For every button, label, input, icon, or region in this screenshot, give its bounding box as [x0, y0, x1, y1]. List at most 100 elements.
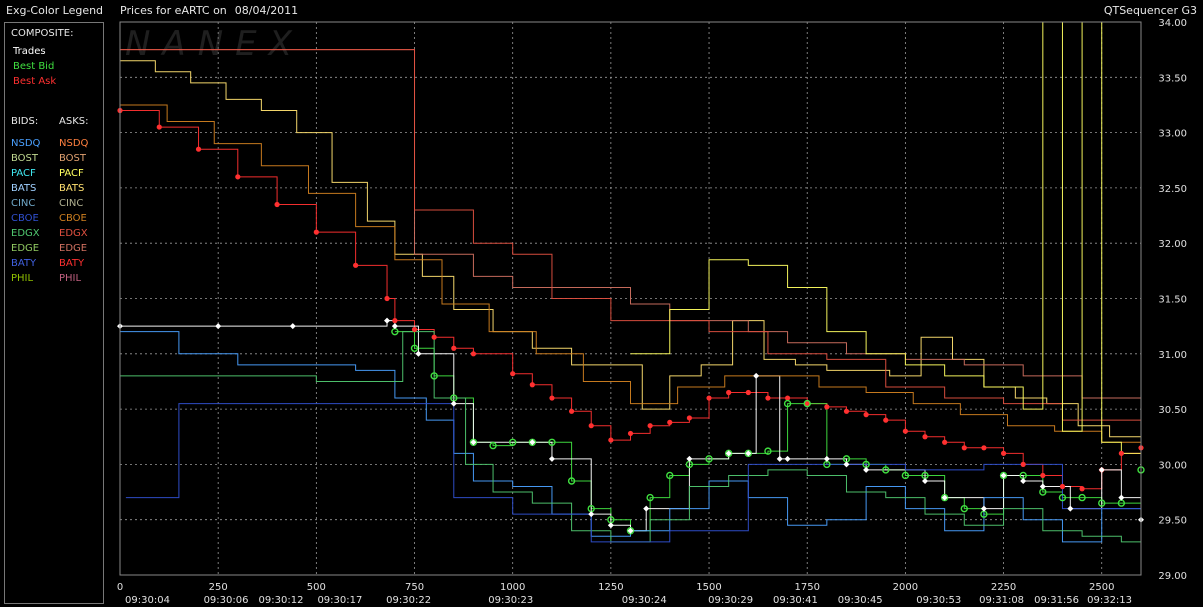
y-axis: 29.00 29.50 30.00 30.50 31.00 31.50 32.00 32.50…: [1158, 18, 1187, 582]
series-layer: [120, 21, 1142, 543]
marker-best-ask: [686, 415, 693, 421]
marker-best-ask: [384, 295, 390, 302]
series-edge-ask: [120, 49, 1142, 404]
marker-trades: [548, 455, 555, 462]
marker-trades: [1039, 483, 1046, 490]
price-chart: NANEX 29.00 29.50 30.00 30.50 31.00 31.50 32.0…: [117, 18, 1187, 606]
x-tick-label: 1250: [598, 582, 623, 593]
marker-best-ask: [1079, 486, 1085, 492]
time-label: 09:30:17: [317, 595, 362, 606]
time-label: 09:30:22: [386, 595, 431, 606]
y-tick-label: 32.00: [1158, 239, 1187, 250]
series-cboe-ask: [120, 104, 1142, 448]
series-cboe: [125, 403, 1142, 543]
series-best-bid: [394, 331, 1142, 532]
time-label: 09:31:08: [979, 595, 1024, 606]
marker-best-ask: [353, 262, 359, 268]
y-tick-label: 33.50: [1158, 73, 1187, 84]
y-tick-label: 33.00: [1158, 129, 1187, 140]
marker-best-ask: [1020, 461, 1026, 467]
y-tick-label: 31.00: [1158, 350, 1187, 361]
time-label: 09:30:24: [622, 595, 667, 606]
y-tick-label: 32.50: [1158, 184, 1187, 195]
y-tick-label: 30.00: [1158, 460, 1187, 471]
marker-best-ask: [411, 326, 418, 333]
marker-best-ask: [451, 345, 457, 351]
marker-trades: [289, 323, 296, 330]
marker-trades: [215, 323, 222, 330]
marker-best-ask: [1040, 472, 1046, 479]
series-trades: [120, 320, 1142, 532]
marker-best-ask: [156, 124, 162, 130]
marker-best-ask: [981, 445, 987, 451]
marker-trades: [1098, 466, 1105, 473]
marker-best-ask: [824, 404, 830, 410]
marker-best-ask: [647, 423, 653, 429]
marker-best-ask: [195, 146, 202, 152]
marker-best-ask: [549, 395, 555, 401]
marker-best-ask: [510, 371, 516, 377]
marker-trades: [922, 477, 929, 484]
x-tick-label: 1750: [794, 582, 819, 593]
x-tick-label: 2250: [991, 582, 1016, 593]
x-tick-label: 750: [405, 582, 424, 593]
marker-best-ask: [765, 395, 771, 401]
marker-best-ask: [706, 395, 712, 401]
watermark: NANEX: [125, 24, 304, 64]
marker-trades: [784, 455, 791, 462]
x-tick-label: 250: [209, 582, 228, 593]
marker-trades: [823, 455, 830, 462]
marker-best-ask: [274, 201, 280, 208]
marker-trades: [843, 461, 850, 468]
marker-trades: [450, 400, 457, 407]
time-label: 09:31:56: [1034, 595, 1079, 606]
marker-trades: [863, 466, 870, 473]
x-tick-label: 1500: [696, 582, 721, 593]
marker-trades: [1020, 477, 1027, 484]
time-label: 09:30:06: [204, 595, 249, 606]
time-label: 09:30:41: [773, 595, 818, 606]
marker-best-ask: [902, 428, 908, 434]
marker-trades: [415, 350, 422, 357]
marker-best-ask: [942, 439, 948, 445]
marker-best-ask: [961, 445, 967, 451]
marker-best-ask: [588, 423, 594, 429]
marker-best-ask: [745, 389, 751, 396]
marker-best-ask: [922, 434, 928, 440]
x-tick-label: 2000: [893, 582, 918, 593]
time-label: 09:30:12: [259, 595, 304, 606]
y-tick-label: 29.00: [1158, 571, 1187, 582]
marker-best-ask: [235, 174, 241, 180]
time-label: 09:30:23: [488, 595, 533, 606]
y-tick-label: 31.50: [1158, 295, 1187, 306]
x-tick-label: 500: [307, 582, 326, 593]
marker-best-ask: [667, 419, 673, 425]
marker-trades: [686, 455, 693, 462]
marker-trades: [1067, 505, 1074, 512]
marker-best-ask: [1118, 450, 1124, 456]
marker-trades: [588, 511, 595, 518]
marker-best-ask: [1059, 483, 1066, 490]
y-tick-label: 34.00: [1158, 18, 1187, 29]
x-axis: 0 250 500 750 1000 1250 1500 1750 2000 2250 2500 09…: [117, 582, 1132, 606]
marker-best-ask: [529, 382, 535, 388]
x-tick-label: 2500: [1089, 582, 1114, 593]
marker-trades: [607, 522, 614, 529]
marker-best-ask: [431, 334, 437, 340]
marker-best-ask: [470, 351, 477, 357]
marker-trades: [980, 505, 987, 512]
marker-trades: [384, 317, 391, 324]
marker-best-ask: [726, 389, 732, 396]
marker-trades: [391, 323, 398, 330]
marker-trades: [776, 455, 783, 462]
marker-best-ask: [313, 229, 319, 235]
x-tick-label: 0: [117, 582, 123, 593]
marker-best-ask: [784, 395, 791, 401]
marker-trades: [643, 505, 650, 512]
time-label: 09:30:04: [125, 595, 170, 606]
time-label: 09:30:29: [708, 595, 753, 606]
marker-best-ask: [883, 417, 889, 423]
marker-trades: [753, 372, 760, 379]
time-label: 09:32:13: [1087, 595, 1132, 606]
marker-best-ask: [863, 412, 869, 418]
